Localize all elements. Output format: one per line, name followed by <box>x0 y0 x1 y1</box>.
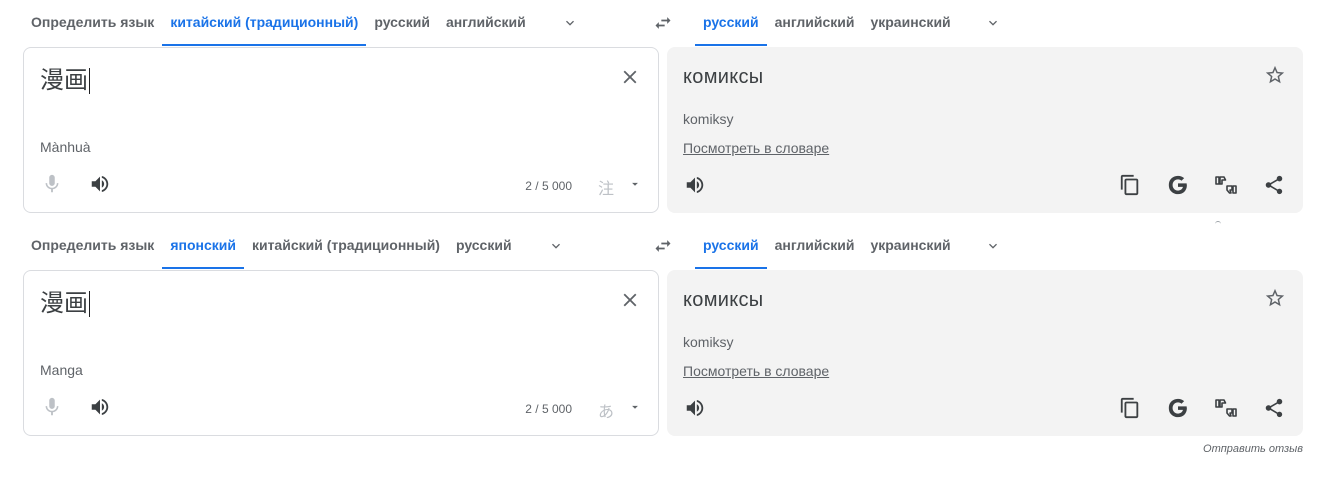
chevron-down-icon <box>551 243 560 249</box>
tab-detect-language[interactable]: Определить язык <box>23 223 162 269</box>
close-icon <box>623 70 637 84</box>
dictionary-link[interactable]: Посмотреть в словаре <box>683 363 829 379</box>
source-language-more-button[interactable] <box>536 223 576 269</box>
tab-english[interactable]: английский <box>438 0 534 46</box>
listen-translation-button[interactable] <box>679 169 711 201</box>
source-language-bar: Определить язык китайский (традиционный)… <box>23 0 590 46</box>
tab-target-english[interactable]: английский <box>767 223 863 269</box>
translation-transliteration: komiksy <box>683 111 734 127</box>
save-translation-button[interactable] <box>1259 59 1291 91</box>
share-icon <box>1265 398 1283 418</box>
target-language-bar: русский английский украинский <box>695 0 1013 46</box>
copy-translation-button[interactable] <box>1114 392 1146 424</box>
star-icon <box>1265 65 1285 84</box>
thumbs-up-down-icon <box>1215 399 1237 417</box>
translation-text: комиксы <box>683 66 764 88</box>
share-translation-button[interactable] <box>1258 169 1290 201</box>
source-language-more-button[interactable] <box>550 0 590 46</box>
copy-icon <box>1120 174 1139 196</box>
input-tools-button[interactable]: 注 <box>598 175 614 199</box>
translation-panel: комиксы komiksy Посмотреть в словаре <box>667 47 1303 213</box>
copy-icon <box>1120 397 1139 419</box>
source-language-bar: Определить язык японский китайский (трад… <box>23 223 576 269</box>
thumbs-up-down-icon <box>1215 176 1237 194</box>
character-counter: 2 / 5 000 <box>525 402 572 416</box>
chevron-down-icon <box>988 243 997 249</box>
voice-input-button[interactable] <box>36 391 68 423</box>
listen-source-button[interactable] <box>84 391 116 423</box>
caret-down-icon <box>632 405 638 409</box>
send-feedback-link[interactable]: Отправить отзыв <box>1203 443 1303 455</box>
tab-russian[interactable]: русский <box>366 0 438 46</box>
translation-text: комиксы <box>683 289 764 311</box>
dictionary-link[interactable]: Посмотреть в словаре <box>683 140 829 156</box>
swap-icon <box>655 17 671 29</box>
input-tools-dropdown[interactable] <box>626 168 644 200</box>
source-transliteration: Mànhuà <box>40 139 91 155</box>
speaker-icon <box>686 176 704 194</box>
chevron-down-icon <box>565 20 574 26</box>
source-transliteration: Manga <box>40 362 83 378</box>
caret-down-icon <box>632 182 638 186</box>
rate-translation-button[interactable] <box>1210 392 1242 424</box>
rate-translation-button[interactable] <box>1210 169 1242 201</box>
translation-block-1: Определить язык китайский (традиционный)… <box>0 0 1333 223</box>
close-icon <box>623 293 637 307</box>
speaker-icon <box>686 399 704 417</box>
star-icon <box>1265 288 1285 307</box>
share-translation-button[interactable] <box>1258 392 1290 424</box>
target-language-more-button[interactable] <box>973 0 1013 46</box>
swap-languages-button[interactable] <box>649 232 677 260</box>
tab-japanese[interactable]: японский <box>162 223 244 269</box>
target-language-more-button[interactable] <box>973 223 1013 269</box>
tab-target-russian[interactable]: русский <box>695 0 767 46</box>
tab-target-ukrainian[interactable]: украинский <box>862 0 958 46</box>
save-translation-button[interactable] <box>1259 282 1291 314</box>
input-tools-dropdown[interactable] <box>626 391 644 423</box>
source-text-input[interactable]: 漫画 <box>40 64 90 96</box>
share-icon <box>1265 175 1283 195</box>
google-search-button[interactable] <box>1162 392 1194 424</box>
copy-translation-button[interactable] <box>1114 169 1146 201</box>
listen-translation-button[interactable] <box>679 392 711 424</box>
chevron-down-icon <box>988 20 997 26</box>
tab-target-ukrainian[interactable]: украинский <box>862 223 958 269</box>
clear-text-button[interactable] <box>614 284 646 316</box>
google-g-icon <box>1168 175 1187 195</box>
speaker-icon <box>91 175 109 193</box>
tab-chinese-traditional[interactable]: китайский (традиционный) <box>244 223 448 269</box>
clear-text-button[interactable] <box>614 61 646 93</box>
character-counter: 2 / 5 000 <box>525 179 572 193</box>
microphone-icon <box>45 397 59 416</box>
tab-target-russian[interactable]: русский <box>695 223 767 269</box>
translation-transliteration: komiksy <box>683 334 734 350</box>
source-text-panel: 漫画 Mànhuà 2 / 5 000 注 <box>23 47 659 213</box>
voice-input-button[interactable] <box>36 168 68 200</box>
tab-chinese-traditional[interactable]: китайский (традиционный) <box>162 0 367 46</box>
google-g-icon <box>1168 398 1187 418</box>
target-language-bar: русский английский украинский <box>695 223 1013 269</box>
text-caret <box>89 68 90 94</box>
speaker-icon <box>91 398 109 416</box>
tab-russian[interactable]: русский <box>448 223 520 269</box>
tab-target-english[interactable]: английский <box>767 0 863 46</box>
input-tools-button[interactable]: あ <box>598 398 614 422</box>
tab-detect-language[interactable]: Определить язык <box>23 0 162 46</box>
swap-languages-button[interactable] <box>649 9 677 37</box>
microphone-icon <box>45 174 59 193</box>
google-search-button[interactable] <box>1162 169 1194 201</box>
source-text-input[interactable]: 漫画 <box>40 287 90 319</box>
listen-source-button[interactable] <box>84 168 116 200</box>
source-text-panel: 漫画 Manga 2 / 5 000 あ <box>23 270 659 436</box>
swap-icon <box>655 240 671 252</box>
translation-panel: комиксы komiksy Посмотреть в словаре <box>667 270 1303 436</box>
translation-block-2: Определить язык японский китайский (трад… <box>0 223 1333 446</box>
text-caret <box>89 291 90 317</box>
